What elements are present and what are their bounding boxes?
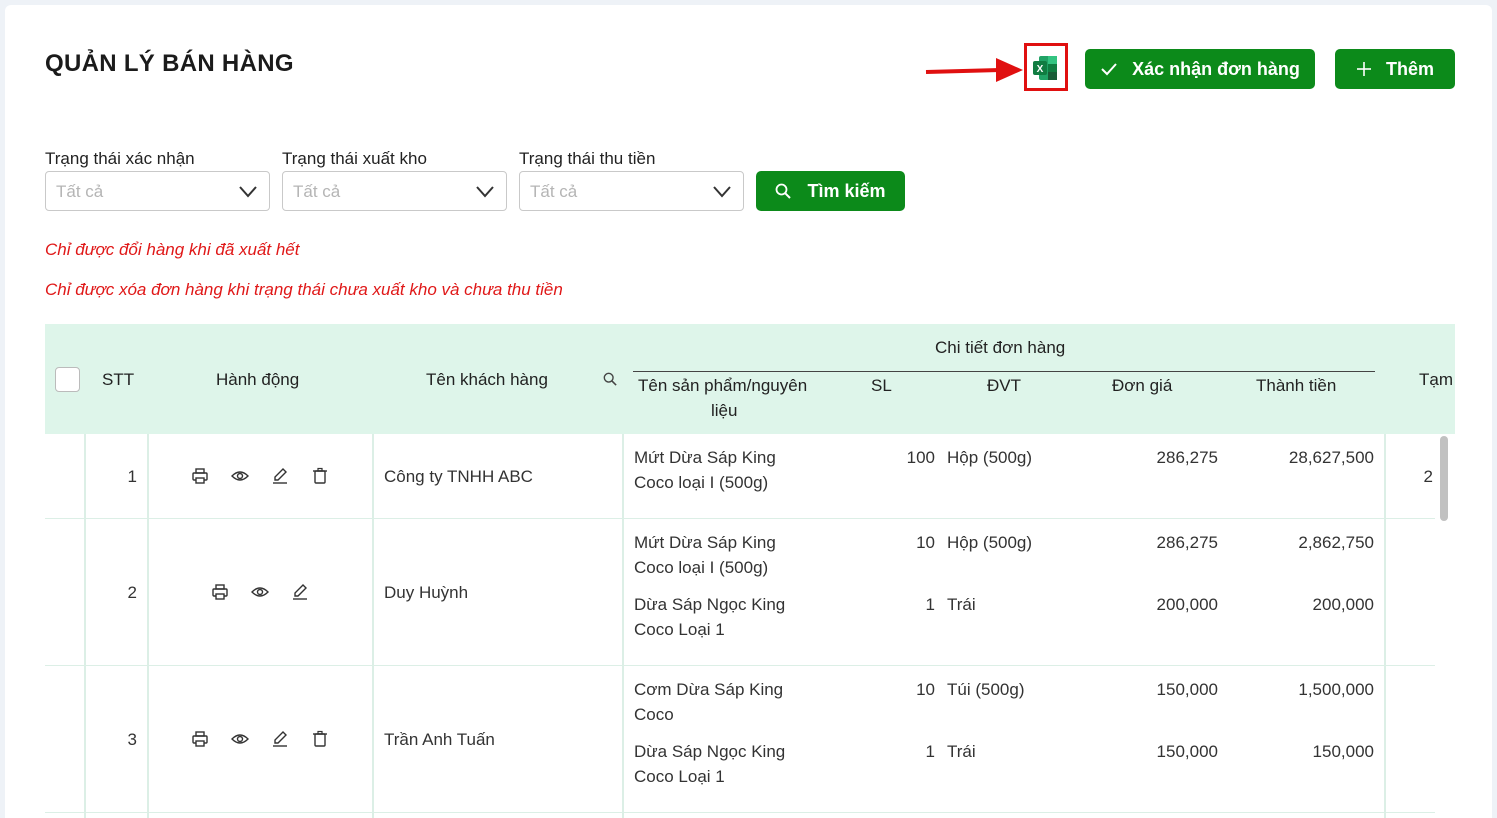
item-qty: 100: [906, 448, 935, 467]
header-order-details: Chi tiết đơn hàng: [935, 338, 1066, 357]
row-actions: [191, 730, 329, 748]
header-unit: ĐVT: [987, 376, 1021, 395]
confirm-status-placeholder: Tất cả: [56, 182, 104, 201]
note-exchange: Chỉ được đổi hàng khi đã xuất hết: [45, 240, 300, 259]
header-product-line1: Tên sản phẩm/nguyên: [638, 376, 808, 395]
table-header: STT Hành động Tên khách hàng Chi tiết đơ…: [45, 324, 1455, 434]
item-price: 150,000: [1156, 680, 1218, 699]
add-label: Thêm: [1385, 58, 1434, 79]
row-actions: [191, 467, 329, 485]
search-label: Tìm kiếm: [807, 180, 886, 201]
table-scrollbar[interactable]: [1440, 436, 1448, 521]
item-unit: Trái: [947, 595, 976, 614]
header-customer: Tên khách hàng: [426, 370, 548, 389]
excel-icon[interactable]: X: [1031, 54, 1059, 82]
item-unit: Trái: [947, 742, 976, 761]
row-customer: Trần Anh Tuấn: [384, 730, 495, 749]
confirm-order-label: Xác nhận đơn hàng: [1132, 58, 1300, 79]
page-title: QUẢN LÝ BÁN HÀNG: [45, 50, 294, 77]
confirm-status-label: Trạng thái xác nhận: [45, 149, 195, 168]
item-price: 286,275: [1156, 533, 1218, 552]
row-temp: 2: [1423, 467, 1433, 486]
item-total: 2,862,750: [1298, 533, 1374, 552]
payment-status-placeholder: Tất cả: [530, 182, 578, 201]
item-name-line2: Coco Loại 1: [634, 767, 725, 786]
export-status-label: Trạng thái xuất kho: [282, 149, 427, 168]
item-price: 200,000: [1156, 595, 1218, 614]
view-icon[interactable]: [231, 730, 249, 748]
item-name-line1: Cơm Dừa Sáp King: [634, 680, 784, 699]
item-unit: Túi (500g): [947, 680, 1025, 699]
note-delete: Chỉ được xóa đơn hàng khi trạng thái chư…: [45, 280, 563, 299]
item-name-line2: Coco: [634, 705, 674, 724]
payment-status-select[interactable]: Tất cả: [519, 171, 744, 211]
print-icon[interactable]: [191, 730, 209, 748]
chevron-down-icon: [713, 186, 731, 198]
print-icon[interactable]: [191, 467, 209, 485]
row-customer: Duy Huỳnh: [384, 583, 469, 602]
item-price: 286,275: [1156, 448, 1218, 467]
header-stt: STT: [102, 370, 135, 389]
table-row: 1 Công ty TNHH ABC Mứt Dừa Sáp King Coco…: [45, 434, 1435, 519]
item-name-line2: Coco loại I (500g): [634, 473, 769, 492]
header-divider: [633, 371, 1375, 372]
item-name-line1: Dừa Sáp Ngọc King: [634, 742, 786, 761]
edit-icon[interactable]: [271, 730, 289, 748]
check-icon: [1101, 63, 1117, 76]
add-button[interactable]: Thêm: [1335, 49, 1455, 89]
export-status-select[interactable]: Tất cả: [282, 171, 507, 211]
row-customer: Công ty TNHH ABC: [384, 467, 533, 486]
item-total: 200,000: [1312, 595, 1374, 614]
header-temp: Tạm: [1419, 370, 1453, 389]
item-name-line1: Dừa Sáp Ngọc King: [634, 595, 786, 614]
row-stt: 3: [127, 730, 137, 749]
item-total: 28,627,500: [1288, 448, 1374, 467]
header-product-line2: liệu: [711, 401, 738, 420]
row-actions: [211, 583, 309, 601]
svg-text:X: X: [1037, 64, 1044, 75]
row-stt: 1: [127, 467, 137, 486]
confirm-status-select[interactable]: Tất cả: [45, 171, 270, 211]
chevron-down-icon: [239, 186, 257, 198]
item-total: 1,500,000: [1298, 680, 1374, 699]
header-actions: Hành động: [216, 370, 300, 389]
item-qty: 1: [925, 742, 935, 761]
header-price: Đơn giá: [1112, 376, 1173, 395]
plus-icon: [1356, 62, 1371, 76]
delete-icon[interactable]: [311, 467, 329, 485]
item-name-line1: Mứt Dừa Sáp King: [634, 533, 776, 552]
item-qty: 10: [916, 680, 935, 699]
item-unit: Hộp (500g): [947, 533, 1033, 552]
row-stt: 2: [127, 583, 137, 602]
export-status-placeholder: Tất cả: [293, 182, 341, 201]
orders-table: STT Hành động Tên khách hàng Chi tiết đơ…: [45, 324, 1455, 818]
header-qty: SL: [871, 376, 892, 395]
chevron-down-icon: [476, 186, 494, 198]
table-row: 3 Trần Anh Tuấn Cơm Dừa Sáp King Coco 10…: [45, 666, 1435, 813]
print-icon[interactable]: [211, 583, 229, 601]
edit-icon[interactable]: [271, 467, 289, 485]
search-icon[interactable]: [603, 372, 617, 386]
header-total: Thành tiền: [1256, 376, 1337, 395]
view-icon[interactable]: [231, 467, 249, 485]
select-all-checkbox[interactable]: [55, 367, 80, 392]
delete-icon[interactable]: [311, 730, 329, 748]
item-qty: 1: [925, 595, 935, 614]
table-row: 2 Duy Huỳnh Mứt Dừa Sáp King Coco loại I…: [45, 519, 1435, 666]
payment-status-label: Trạng thái thu tiền: [519, 149, 656, 168]
item-qty: 10: [916, 533, 935, 552]
edit-icon[interactable]: [291, 583, 309, 601]
item-total: 150,000: [1312, 742, 1374, 761]
confirm-order-button[interactable]: Xác nhận đơn hàng: [1085, 49, 1315, 89]
search-icon: [776, 183, 792, 199]
item-name-line2: Coco loại I (500g): [634, 558, 769, 577]
annotation-arrow: [925, 58, 1023, 82]
view-icon[interactable]: [251, 583, 269, 601]
item-price: 150,000: [1156, 742, 1218, 761]
item-unit: Hộp (500g): [947, 448, 1033, 467]
search-button[interactable]: Tìm kiếm: [756, 171, 905, 211]
item-name-line1: Mứt Dừa Sáp King: [634, 448, 776, 467]
item-name-line2: Coco Loại 1: [634, 620, 725, 639]
